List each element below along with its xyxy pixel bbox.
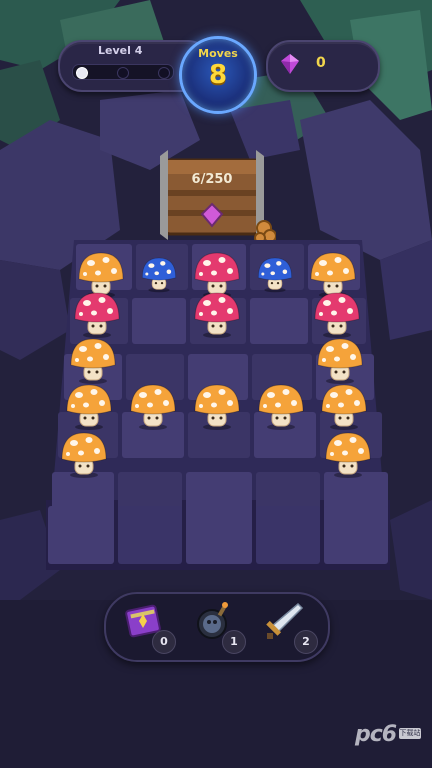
- board-tile[interactable]: [186, 506, 252, 564]
- pink-mushroom-icon[interactable]: [312, 289, 362, 339]
- pink-mushroom-icon[interactable]: [72, 289, 122, 339]
- board-tile[interactable]: [118, 506, 182, 564]
- watermark-logo: pc6: [355, 722, 397, 747]
- watermark-sub: 下载站: [399, 728, 421, 739]
- orange-mushroom-icon[interactable]: [128, 381, 178, 431]
- sword-count: 2: [294, 630, 318, 654]
- orange-mushroom-icon[interactable]: [323, 429, 373, 479]
- orange-mushroom-icon[interactable]: [319, 381, 369, 431]
- blue-mushroom-icon[interactable]: [140, 255, 178, 293]
- board-tile[interactable]: [132, 298, 186, 344]
- bomb-count: 1: [222, 630, 246, 654]
- orange-mushroom-icon[interactable]: [256, 381, 306, 431]
- board-tile[interactable]: [324, 506, 388, 564]
- board-tile[interactable]: [48, 506, 114, 564]
- board-tile[interactable]: [250, 298, 308, 344]
- orange-mushroom-icon[interactable]: [64, 381, 114, 431]
- orange-mushroom-icon[interactable]: [59, 429, 109, 479]
- board-tile[interactable]: [256, 506, 320, 564]
- orange-mushroom-icon[interactable]: [192, 381, 242, 431]
- orange-mushroom-icon[interactable]: [68, 335, 118, 385]
- blue-mushroom-icon[interactable]: [256, 255, 294, 293]
- orange-mushroom-icon[interactable]: [315, 335, 365, 385]
- pink-mushroom-icon[interactable]: [192, 289, 242, 339]
- spellbook-count: 0: [152, 630, 176, 654]
